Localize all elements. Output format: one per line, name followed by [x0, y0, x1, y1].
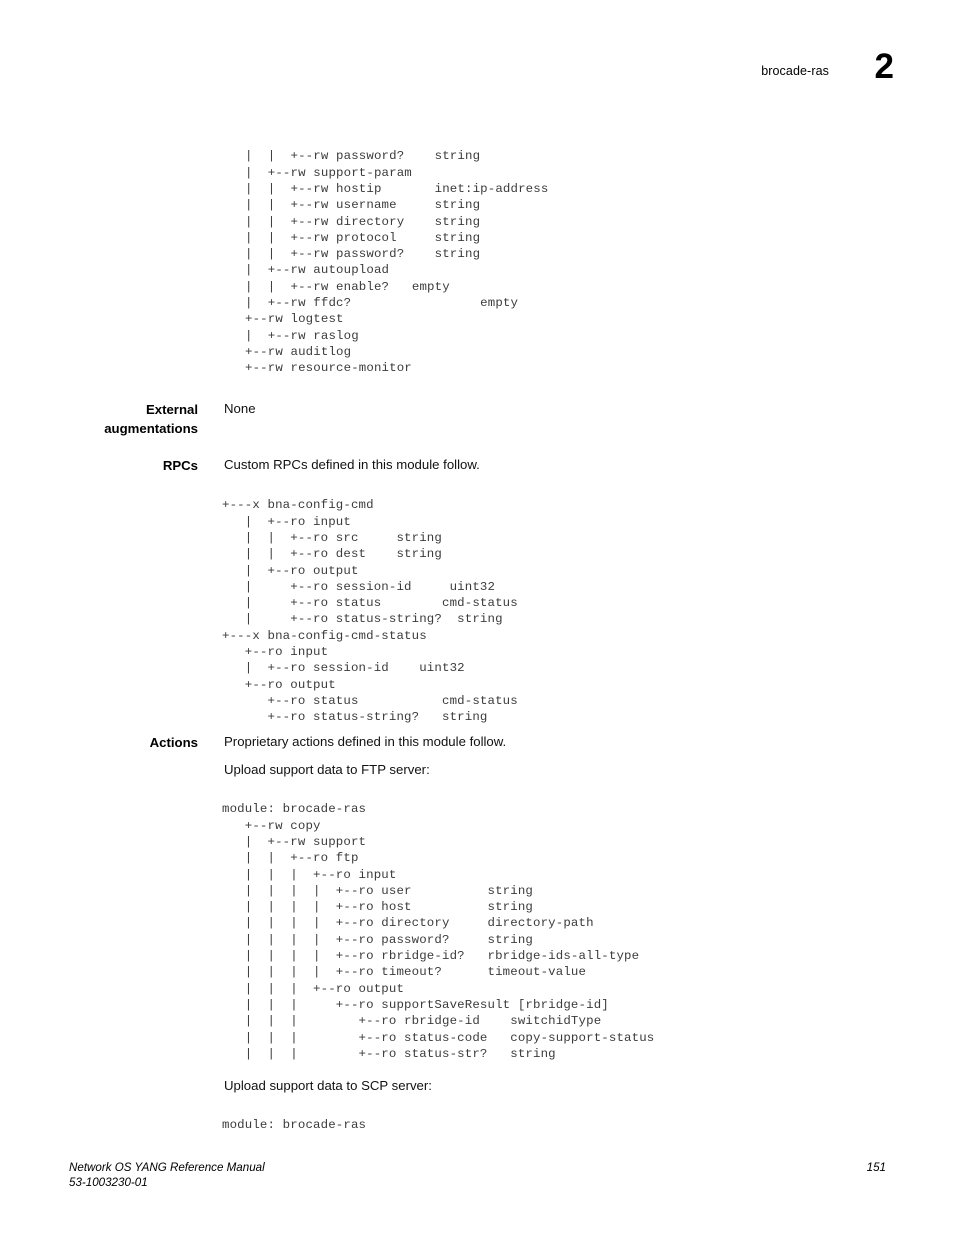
rpcs-tree-code: +---x bna-config-cmd | +--ro input | | +… — [222, 498, 518, 725]
footer-manual-title: Network OS YANG Reference Manual 53-1003… — [69, 1161, 265, 1189]
page-header: brocade-ras 2 — [0, 47, 954, 98]
page-footer: Network OS YANG Reference Manual 53-1003… — [0, 1160, 954, 1210]
section-label-actions: Actions — [149, 735, 198, 750]
section-label-rpcs: RPCs — [162, 458, 198, 473]
scp-action-tree-code: module: brocade-ras — [222, 1118, 367, 1133]
ftp-upload-caption: Upload support data to FTP server: — [224, 762, 430, 777]
scp-upload-caption: Upload support data to SCP server: — [224, 1078, 432, 1093]
header-chapter-number: 2 — [874, 47, 894, 86]
actions-description: Proprietary actions defined in this modu… — [224, 734, 507, 749]
rpcs-description: Custom RPCs defined in this module follo… — [224, 457, 480, 472]
header-module-name: brocade-ras — [761, 64, 829, 78]
external-augmentations-value: None — [224, 401, 256, 416]
yang-tree-continuation-code: | | +--rw password? string | +--rw suppo… — [245, 149, 549, 376]
document-page: brocade-ras 2 | | +--rw password? string… — [0, 0, 954, 1235]
section-label-external-augmentations: External augmentations — [104, 402, 198, 436]
footer-page-number: 151 — [866, 1161, 886, 1174]
ftp-action-tree-code: module: brocade-ras +--rw copy | +--rw s… — [222, 802, 655, 1061]
